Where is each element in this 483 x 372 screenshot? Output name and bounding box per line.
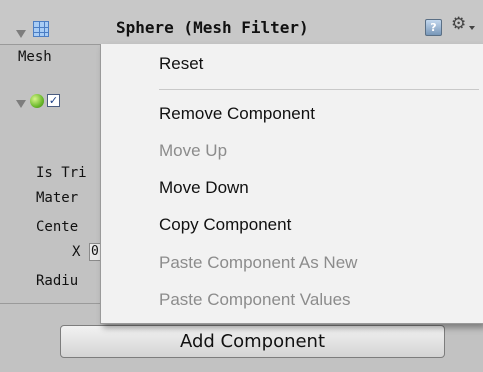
- component-title: Sphere (Mesh Filter): [116, 18, 309, 37]
- is-trigger-label: Is Tri: [36, 165, 87, 181]
- menu-item-paste-component-values: Paste Component Values: [159, 290, 351, 309]
- collider-foldout-arrow-icon[interactable]: [16, 100, 26, 108]
- material-label: Mater: [36, 190, 79, 206]
- center-x-label: X: [72, 244, 81, 260]
- component-context-menu: Reset Remove Component Move Up Move Down…: [100, 44, 483, 324]
- menu-item-move-up: Move Up: [159, 141, 228, 160]
- foldout-arrow-icon[interactable]: [16, 30, 26, 38]
- menu-item-reset[interactable]: Reset: [159, 54, 203, 74]
- menu-item-move-down[interactable]: Move Down: [159, 178, 249, 198]
- gear-icon[interactable]: ⚙: [451, 14, 466, 34]
- help-icon[interactable]: ?: [425, 19, 442, 36]
- mesh-filter-header[interactable]: Sphere (Mesh Filter) ? ⚙: [0, 0, 483, 44]
- gear-dropdown-caret-icon[interactable]: [469, 26, 475, 30]
- sphere-collider-icon: [30, 94, 44, 108]
- menu-item-remove-component[interactable]: Remove Component: [159, 104, 315, 124]
- menu-divider: [159, 89, 479, 90]
- mesh-label: Mesh: [18, 49, 52, 65]
- center-x-value: 0: [91, 244, 99, 259]
- add-component-button[interactable]: Add Component: [60, 325, 445, 358]
- radius-label: Radiu: [36, 273, 79, 289]
- mesh-filter-icon: [33, 21, 49, 37]
- center-label: Cente: [36, 219, 79, 235]
- menu-item-copy-component[interactable]: Copy Component: [159, 215, 291, 235]
- collider-enabled-checkbox[interactable]: ✓: [47, 94, 60, 107]
- menu-item-paste-component-as-new: Paste Component As New: [159, 253, 358, 272]
